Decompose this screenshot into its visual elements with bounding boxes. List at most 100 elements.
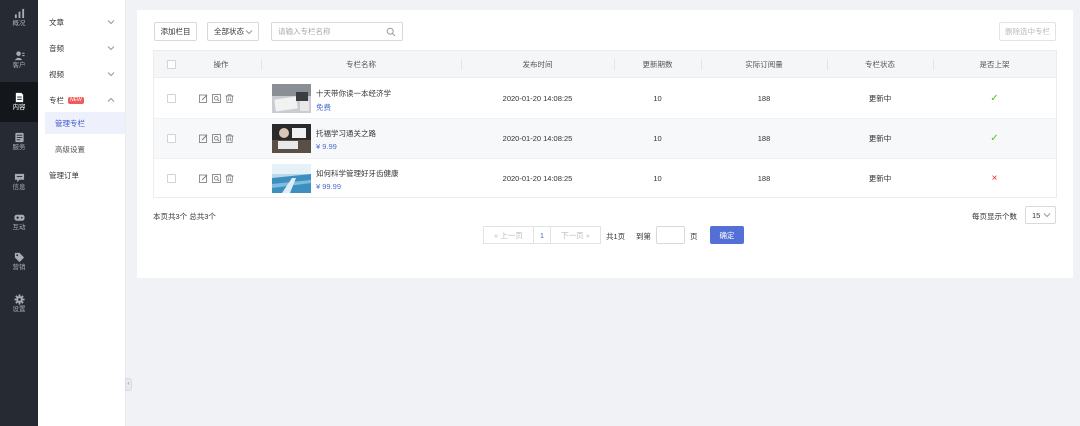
new-badge: NEW <box>68 96 84 104</box>
submenu-item-columns[interactable]: 专栏 NEW <box>38 89 126 111</box>
rail-item-content[interactable]: 内容 <box>0 82 38 122</box>
edit-icon[interactable] <box>199 134 208 143</box>
confirm-button[interactable]: 确定 <box>710 226 744 244</box>
edit-icon[interactable] <box>199 174 208 183</box>
per-page-select[interactable]: 15 <box>1025 206 1056 224</box>
publish-time: 2020-01-20 14:08:25 <box>502 134 573 143</box>
rail-item-service[interactable]: 服务 <box>0 124 38 160</box>
column-price: ¥ 99.99 <box>316 182 342 191</box>
header-issue-count: 更新期数 <box>642 60 673 69</box>
issue-count: 10 <box>653 174 662 183</box>
chevron-down-icon <box>245 30 253 35</box>
unlisted-cross-icon: × <box>991 173 998 184</box>
submenu-item-advanced-settings[interactable]: 高级设置 <box>45 138 125 160</box>
issue-count: 10 <box>653 134 662 143</box>
message-icon <box>14 174 24 183</box>
submenu-label: 音频 <box>49 43 64 53</box>
row-actions <box>199 174 239 184</box>
goto-page-input[interactable] <box>656 226 685 244</box>
customer-icon <box>14 51 25 61</box>
total-pages: 共1页 <box>606 232 626 241</box>
row-checkbox[interactable] <box>167 94 176 103</box>
column-status: 更新中 <box>868 94 892 103</box>
row-checkbox[interactable] <box>167 134 176 143</box>
status-select-value: 全部状态 <box>214 27 244 36</box>
next-page-button[interactable]: 下一页 » <box>550 226 601 244</box>
rail-label: 内容 <box>12 104 26 112</box>
select-all-checkbox[interactable] <box>167 60 176 69</box>
column-cover-image <box>272 84 311 113</box>
content-icon <box>15 93 23 103</box>
submenu-item-video[interactable]: 视频 <box>38 63 126 85</box>
trash-icon[interactable] <box>225 174 234 183</box>
column-cover-image <box>272 124 311 153</box>
gamepad-icon <box>13 215 25 221</box>
column-title[interactable]: 如何科学管理好牙齿健康 <box>316 168 399 179</box>
chevron-down-icon <box>107 20 115 25</box>
column-cover-image <box>272 164 311 193</box>
table-row: 十天带你读一本经济学 免费 2020-01-20 14:08:25 10 188… <box>154 79 1056 119</box>
rail-item-customer[interactable]: 客户 <box>0 42 38 78</box>
trash-icon[interactable] <box>225 94 234 103</box>
rail-item-message[interactable]: 信息 <box>0 164 38 200</box>
table-header: 操作 专栏名称 发布时间 更新期数 实际订阅量 专栏状态 是否上架 <box>154 51 1056 78</box>
rail-label: 客户 <box>12 62 26 70</box>
status-select[interactable]: 全部状态 <box>207 22 259 41</box>
row-checkbox[interactable] <box>167 174 176 183</box>
goto-label: 到第 <box>636 232 651 241</box>
per-page-value: 15 <box>1032 210 1041 220</box>
preview-icon[interactable] <box>212 134 221 143</box>
header-column-status: 专栏状态 <box>865 60 895 69</box>
chevron-down-icon <box>1043 213 1051 218</box>
search-icon[interactable] <box>386 27 396 37</box>
per-page-label: 每页显示个数 <box>972 212 1017 221</box>
column-title[interactable]: 十天带你读一本经济学 <box>316 88 391 99</box>
submenu-label: 高级设置 <box>55 144 85 154</box>
search-placeholder: 请输入专栏名称 <box>278 27 331 36</box>
publish-time: 2020-01-20 14:08:25 <box>502 174 573 183</box>
submenu-label: 管理订单 <box>49 170 79 180</box>
submenu-item-manage-orders[interactable]: 管理订单 <box>38 164 126 186</box>
preview-icon[interactable] <box>212 94 221 103</box>
prev-page-button[interactable]: « 上一页 <box>483 226 534 244</box>
header-actions: 操作 <box>213 60 229 69</box>
publish-time: 2020-01-20 14:08:25 <box>502 94 573 103</box>
rail-label: 信息 <box>12 184 26 192</box>
chevron-down-icon <box>107 46 115 51</box>
tag-icon <box>14 253 24 263</box>
chevron-down-icon <box>107 72 115 77</box>
submenu-item-audio[interactable]: 音频 <box>38 37 126 59</box>
header-column-name: 专栏名称 <box>346 60 376 69</box>
rail-item-settings[interactable]: 设置 <box>0 286 38 322</box>
rail-label: 服务 <box>12 144 26 152</box>
gear-icon <box>13 294 25 305</box>
table-row: 托福学习通关之路 ¥ 9.99 2020-01-20 14:08:25 10 1… <box>154 119 1056 159</box>
submenu-label: 管理专栏 <box>55 118 85 128</box>
add-column-button[interactable]: 添加栏目 <box>154 22 197 41</box>
column-status: 更新中 <box>868 134 892 143</box>
edit-icon[interactable] <box>199 94 208 103</box>
header-publish-time: 发布时间 <box>522 60 553 69</box>
column-title[interactable]: 托福学习通关之路 <box>316 128 376 139</box>
submenu-item-manage-columns[interactable]: 管理专栏 <box>45 112 125 134</box>
page-number-button[interactable]: 1 <box>533 226 551 244</box>
chevron-up-icon <box>107 97 115 102</box>
rail-label: 设置 <box>12 306 26 314</box>
rail-item-interaction[interactable]: 互动 <box>0 204 38 240</box>
delete-selected-button[interactable]: 删除选中专栏 <box>999 22 1056 41</box>
subscription-count: 188 <box>757 174 771 183</box>
preview-icon[interactable] <box>212 174 221 183</box>
rail-item-overview[interactable]: 概况 <box>0 0 38 36</box>
subscription-count: 188 <box>757 134 771 143</box>
page-unit-label: 页 <box>690 232 698 241</box>
columns-table: 操作 专栏名称 发布时间 更新期数 实际订阅量 专栏状态 是否上架 十天带你读一… <box>153 50 1057 198</box>
row-actions <box>199 94 239 104</box>
sidebar-collapse-handle[interactable]: ‹ <box>125 378 132 391</box>
page-summary: 本页共3个 总共3个 <box>153 212 216 221</box>
column-price: ¥ 9.99 <box>316 142 337 151</box>
submenu-item-articles[interactable]: 文章 <box>38 11 126 33</box>
search-input[interactable]: 请输入专栏名称 <box>271 22 403 41</box>
trash-icon[interactable] <box>225 134 234 143</box>
rail-item-marketing[interactable]: 营销 <box>0 244 38 280</box>
chart-icon <box>14 9 24 19</box>
